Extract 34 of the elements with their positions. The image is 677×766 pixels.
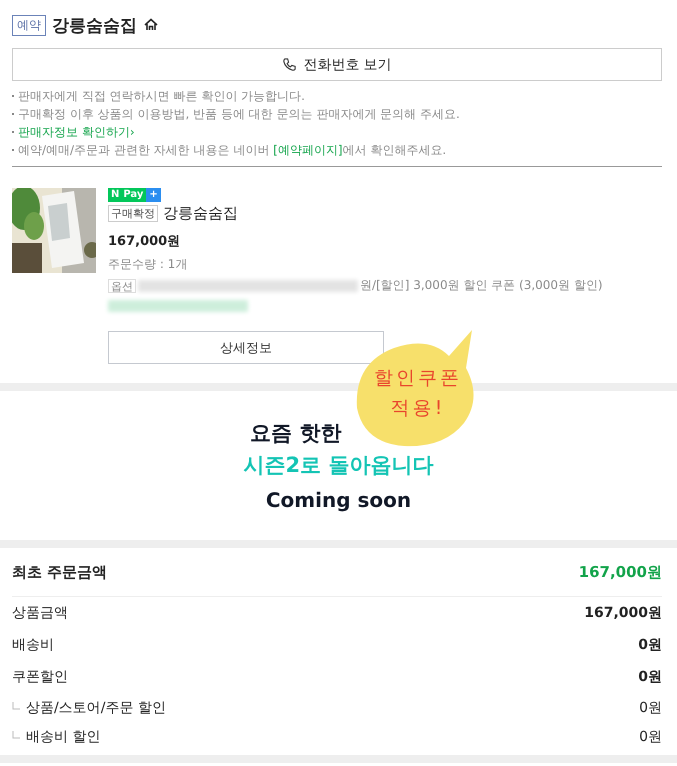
phone-icon xyxy=(282,57,298,72)
summary-label: 상품금액 xyxy=(12,604,68,622)
order-quantity: 주문수량 : 1개 xyxy=(108,256,188,273)
option-tag: 옵션 xyxy=(108,278,136,292)
banner-tagline: Coming soon xyxy=(266,488,412,512)
sticker-text: 할인쿠폰 적용! xyxy=(373,366,463,421)
note-text: 판매자에게 직접 연락하시면 빠른 확인이 가능합니다. xyxy=(18,88,305,105)
product-price: 167,000원 xyxy=(108,233,180,250)
indent-icon xyxy=(12,702,20,710)
detail-info-button[interactable]: 상세정보 xyxy=(108,331,384,364)
summary-value: 0원 xyxy=(638,636,662,654)
summary-value: 167,000원 xyxy=(584,604,662,622)
note-text: 예약/예매/주문과 관련한 자세한 내용은 네이버 [예약페이지]에서 확인해주세요. xyxy=(18,142,446,159)
note-text: 구매확정 이후 상품의 이용방법, 반품 등에 대한 문의는 판매자에게 문의해 주세요. xyxy=(18,106,460,123)
summary-value: 0원 xyxy=(639,698,662,716)
reservation-badge: 예약 xyxy=(12,14,46,36)
summary-value: 0원 xyxy=(639,728,662,746)
banner-subheading: 시즌2로 돌아옵니다 xyxy=(244,452,434,479)
summary-label: 상품/스토어/주문 할인 xyxy=(26,698,166,716)
summary-label: 쿠폰할인 xyxy=(12,668,68,686)
summary-label: 배송비 xyxy=(12,636,54,654)
option-text: 원/[할인] 3,000원 할인 쿠폰 (3,000원 할인) xyxy=(360,277,603,294)
npay-badge: N Pay + xyxy=(108,188,161,202)
summary-label: 배송비 할인 xyxy=(26,728,100,746)
phone-number-button[interactable]: 전화번호 보기 xyxy=(12,48,662,81)
product-name[interactable]: 강릉숨숨집 xyxy=(163,204,238,223)
store-name[interactable]: 강릉숨숨집 xyxy=(52,14,137,36)
status-tag: 구매확정 xyxy=(108,205,158,222)
indent-icon xyxy=(12,730,20,738)
home-icon[interactable] xyxy=(143,17,159,33)
summary-value: 0원 xyxy=(638,668,662,686)
summary-value: 167,000원 xyxy=(578,562,662,582)
summary-label: 최초 주문금액 xyxy=(12,562,108,582)
banner-heading: 요즘 핫한 xyxy=(250,420,342,447)
